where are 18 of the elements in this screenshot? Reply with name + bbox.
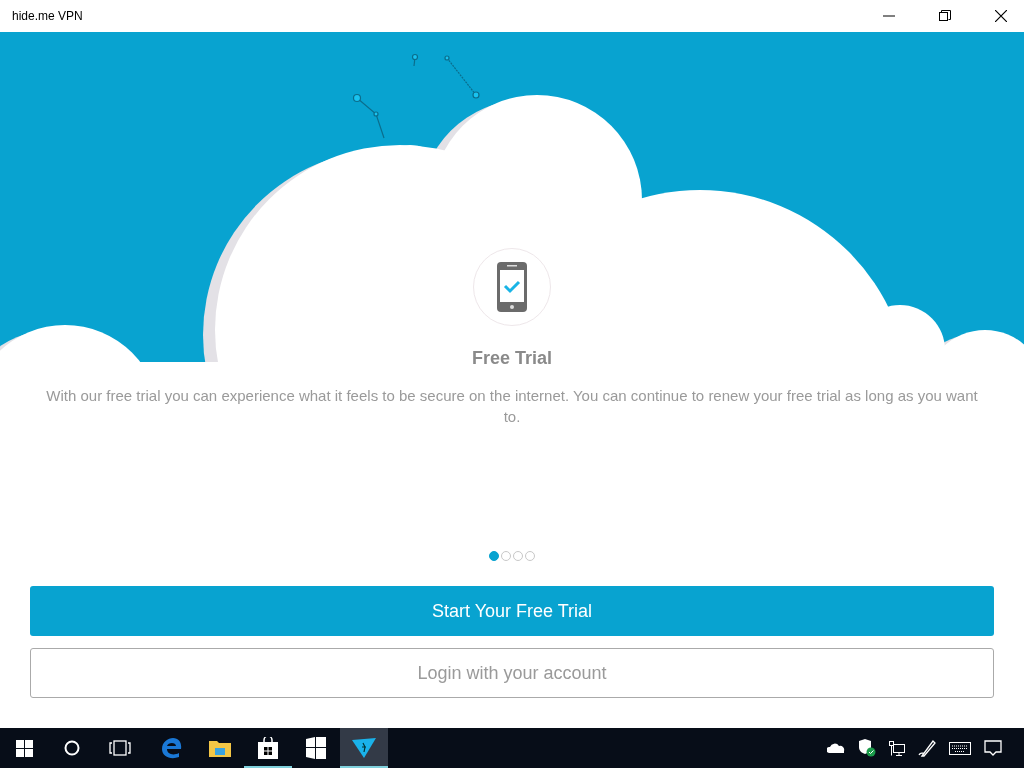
close-icon[interactable] xyxy=(995,10,1007,22)
shield-check-icon[interactable] xyxy=(858,739,876,757)
notification-icon[interactable] xyxy=(984,739,1002,757)
keyboard-icon[interactable] xyxy=(949,741,971,755)
pager-dot[interactable] xyxy=(513,551,523,561)
pen-icon[interactable] xyxy=(918,739,936,757)
window-title: hide.me VPN xyxy=(12,9,83,23)
pager-dot[interactable] xyxy=(501,551,511,561)
triangle-app-icon[interactable] xyxy=(340,728,388,768)
restore-icon[interactable] xyxy=(939,10,951,22)
pager-dot[interactable] xyxy=(489,551,499,561)
start-trial-button[interactable]: Start Your Free Trial xyxy=(30,586,994,636)
cloud-icon[interactable] xyxy=(827,743,845,753)
slide-title: Free Trial xyxy=(471,348,552,369)
network-icon[interactable] xyxy=(889,740,905,756)
login-button[interactable]: Login with your account xyxy=(30,648,994,698)
slide-description: With our free trial you can experience what it feels to be secure on the internet. You can continue to renew your free trial as long as you want to. xyxy=(45,386,979,427)
pager-dot[interactable] xyxy=(525,551,535,561)
